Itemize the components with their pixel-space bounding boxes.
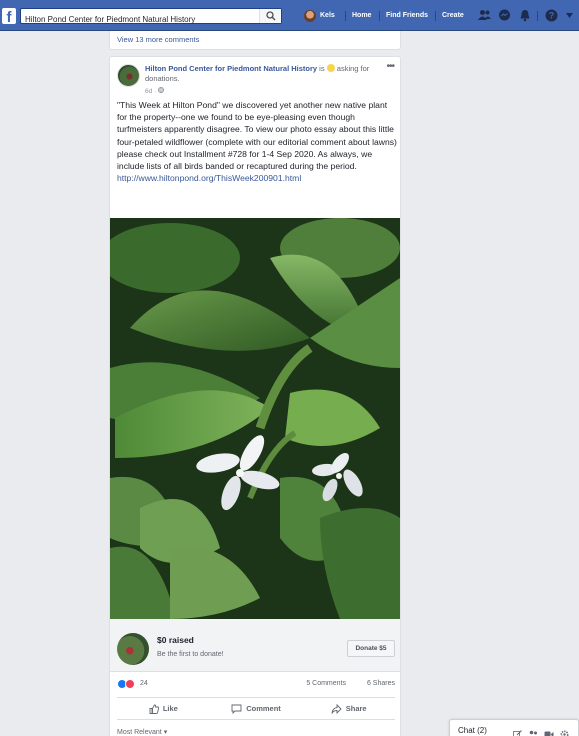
- page-name-link[interactable]: Hilton Pond Center for Piedmont Natural …: [145, 64, 317, 73]
- comment-label: Comment: [246, 704, 281, 713]
- fundraiser-post: Hilton Pond Center for Piedmont Natural …: [109, 56, 401, 736]
- post-timestamp[interactable]: 6d ·: [145, 88, 158, 95]
- post-photo[interactable]: [110, 218, 400, 619]
- avatar: [304, 9, 316, 22]
- comment-icon: [231, 704, 242, 714]
- profile-name: Kels: [320, 12, 335, 19]
- home-link[interactable]: Home: [352, 0, 371, 31]
- smile-emoji-icon: [326, 64, 335, 72]
- create-link[interactable]: Create: [442, 0, 464, 31]
- compose-icon[interactable]: [513, 726, 522, 736]
- post-options-icon[interactable]: •••: [386, 61, 394, 72]
- create-label: Create: [442, 12, 464, 19]
- post-stats: 24 5 Comments 6 Shares: [117, 678, 395, 690]
- search-input[interactable]: [21, 12, 256, 27]
- comments-count-link[interactable]: 5 Comments: [306, 680, 346, 687]
- share-button[interactable]: Share: [302, 698, 395, 719]
- profile-link[interactable]: Kels: [304, 0, 335, 31]
- search-box: [20, 8, 282, 27]
- friend-requests-icon[interactable]: [478, 9, 491, 21]
- wildflower-photo: [110, 218, 400, 619]
- thumbs-up-icon: [149, 703, 159, 714]
- find-friends-link[interactable]: Find Friends: [386, 0, 428, 31]
- divider: [379, 11, 380, 21]
- post-text: "This Week at Hilton Pond" we discovered…: [117, 100, 397, 172]
- page-avatar[interactable]: [117, 64, 140, 87]
- chat-icons: [507, 726, 569, 736]
- caret-down-icon: ▾: [163, 729, 168, 736]
- reactions-count[interactable]: 24: [140, 680, 148, 687]
- svg-text:?: ?: [549, 11, 555, 21]
- comment-button[interactable]: Comment: [210, 698, 303, 719]
- post-header: Hilton Pond Center for Piedmont Natural …: [145, 64, 375, 84]
- fundraiser-avatar: [117, 633, 149, 665]
- post-action-bar: Like Comment Share: [117, 697, 395, 720]
- post-body: "This Week at Hilton Pond" we discovered…: [117, 99, 397, 184]
- top-navigation-bar: f Kels Home Find Friends Create ?: [0, 0, 579, 31]
- chat-label: Chat (2): [458, 726, 487, 735]
- messenger-icon[interactable]: [498, 9, 511, 22]
- home-label: Home: [352, 12, 372, 19]
- love-reaction-icon[interactable]: [125, 679, 135, 689]
- notifications-icon[interactable]: [519, 9, 531, 22]
- divider: [435, 11, 436, 21]
- amount-raised: $0 raised: [157, 635, 194, 645]
- video-call-icon[interactable]: [544, 726, 554, 736]
- divider: [537, 11, 538, 21]
- search-icon: [266, 11, 276, 21]
- share-arrow-icon: [331, 703, 342, 714]
- new-group-icon[interactable]: [528, 726, 538, 736]
- previous-post-footer: View 13 more comments: [109, 31, 401, 50]
- public-globe-icon: [158, 87, 165, 93]
- help-icon[interactable]: ?: [545, 9, 558, 22]
- like-label: Like: [162, 704, 178, 713]
- donate-button[interactable]: Donate $5: [347, 640, 395, 657]
- divider: [345, 11, 346, 21]
- find-friends-label: Find Friends: [386, 12, 428, 19]
- post-meta: 6d ·: [145, 87, 165, 95]
- activity-prefix: is: [317, 64, 327, 73]
- fundraiser-panel: $0 raised Be the first to donate! Donate…: [110, 619, 400, 672]
- comment-sort-dropdown[interactable]: Most Relevant ▾: [117, 728, 167, 736]
- account-menu-icon[interactable]: [566, 13, 573, 18]
- post-link[interactable]: http://www.hiltonpond.org/ThisWeek200901…: [117, 173, 301, 183]
- chat-bar[interactable]: Chat (2): [449, 719, 579, 736]
- shares-count-link[interactable]: 6 Shares: [367, 680, 395, 687]
- like-button[interactable]: Like: [117, 698, 210, 719]
- fundraiser-subtitle: Be the first to donate!: [157, 651, 224, 658]
- comment-sort-label: Most Relevant: [117, 729, 162, 736]
- view-more-comments-link[interactable]: View 13 more comments: [117, 35, 199, 44]
- facebook-logo-icon[interactable]: f: [2, 8, 16, 24]
- chat-settings-gear-icon[interactable]: [560, 726, 569, 736]
- search-button[interactable]: [259, 9, 281, 23]
- share-label: Share: [345, 704, 367, 713]
